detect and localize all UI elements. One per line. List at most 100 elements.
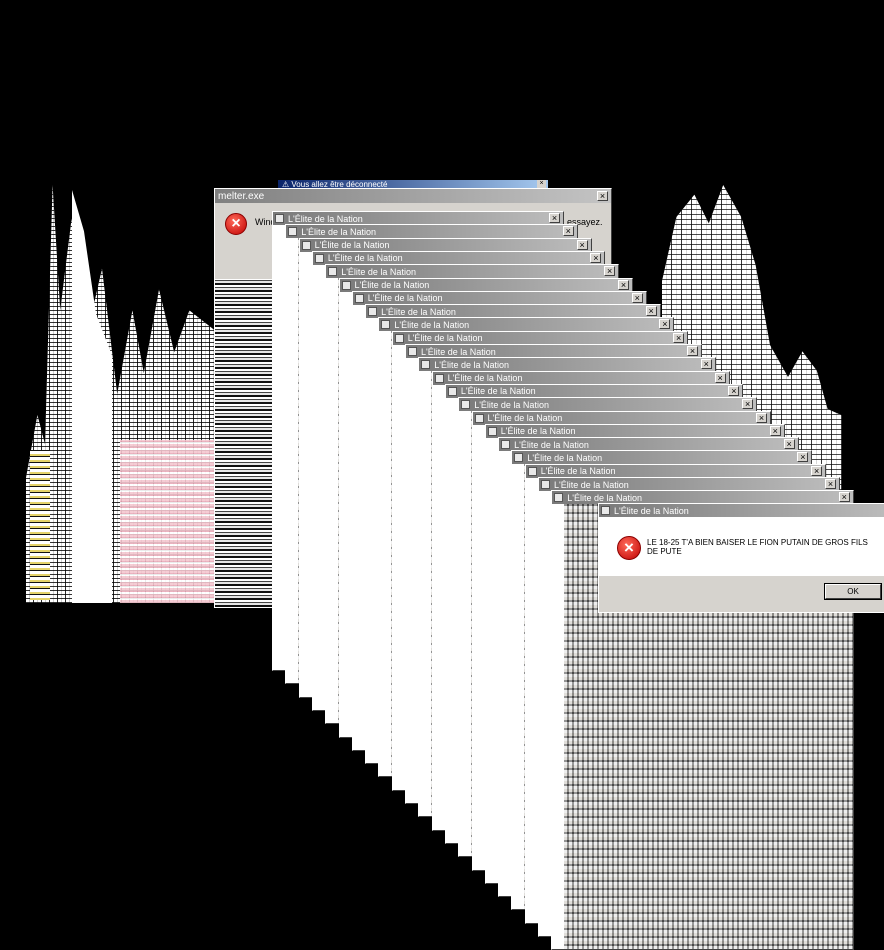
cascade-title: L'Élite de la Nation xyxy=(421,346,496,357)
cascade-title: L'Élite de la Nation xyxy=(474,399,549,410)
cascade-title: L'Élite de la Nation xyxy=(341,266,416,277)
cascade-titlebar[interactable]: L'Élite de la Nation xyxy=(366,305,660,319)
app-icon xyxy=(527,466,537,476)
cascade-title: L'Élite de la Nation xyxy=(327,253,403,264)
app-icon xyxy=(601,506,610,515)
window-edge xyxy=(472,424,485,870)
window-edge xyxy=(392,344,405,790)
close-icon[interactable]: × xyxy=(549,213,560,223)
melter-close-button[interactable]: × xyxy=(597,191,608,201)
error-icon: × xyxy=(225,213,247,235)
close-icon[interactable]: × xyxy=(631,292,643,303)
app-icon xyxy=(314,253,324,263)
cascade-titlebar[interactable]: L'Élite de la Nation xyxy=(459,398,757,412)
close-icon[interactable]: × xyxy=(576,239,588,250)
cascade-titlebar[interactable]: L'Élite de la Nation xyxy=(286,225,577,239)
app-icon xyxy=(341,280,351,290)
cascade-titlebar[interactable]: L'Élite de la Nation xyxy=(512,451,812,465)
app-icon xyxy=(541,480,550,489)
close-icon[interactable]: × xyxy=(562,226,574,237)
cascade-title: L'Élite de la Nation xyxy=(394,319,470,330)
error-icon: × xyxy=(617,536,641,560)
cascade-title: L'Élite de la Nation xyxy=(288,213,363,224)
app-icon xyxy=(328,267,338,277)
close-icon[interactable]: × xyxy=(756,412,767,423)
app-icon xyxy=(554,493,564,503)
glitch-pink-band xyxy=(120,440,214,603)
cascade-titlebar[interactable]: L'Élite de la Nation xyxy=(392,331,688,345)
cascade-titlebar[interactable]: L'Élite de la Nation xyxy=(273,212,563,225)
window-edge xyxy=(445,397,458,843)
ok-button[interactable]: OK xyxy=(824,583,882,600)
cascade-titlebar[interactable]: L'Élite de la Nation xyxy=(525,464,826,478)
front-titlebar[interactable]: L'Élite de la Nation xyxy=(599,504,884,517)
cascade-titlebar[interactable]: L'Élite de la Nation xyxy=(499,438,798,452)
window-edge xyxy=(379,331,392,777)
cascade-title: L'Élite de la Nation xyxy=(381,306,456,317)
window-edge xyxy=(539,491,551,936)
close-icon[interactable]: × xyxy=(714,372,726,383)
cascade-titlebar[interactable]: L'Élite de la Nation xyxy=(312,251,605,265)
cascade-titlebar[interactable]: L'Élite de la Nation xyxy=(379,318,674,332)
app-icon xyxy=(301,240,311,250)
melter-titlebar[interactable]: melter.exe xyxy=(215,189,611,203)
front-title: L'Élite de la Nation xyxy=(614,505,689,516)
window-edge xyxy=(406,358,418,803)
close-icon[interactable]: × xyxy=(659,319,671,330)
cascade-titlebar[interactable]: L'Élite de la Nation xyxy=(432,371,729,385)
close-icon[interactable]: × xyxy=(728,385,740,396)
app-icon xyxy=(275,214,284,223)
cascade-title: L'Élite de la Nation xyxy=(500,426,576,437)
cascade-title: L'Élite de la Nation xyxy=(434,359,510,370)
close-icon[interactable]: × xyxy=(645,306,657,317)
error-message: LE 18-25 T'A BIEN BAISER LE FION PUTAIN … xyxy=(647,538,868,556)
close-icon[interactable]: × xyxy=(673,332,685,343)
app-icon xyxy=(394,333,404,343)
cascade-title: L'Élite de la Nation xyxy=(540,466,616,477)
close-icon[interactable]: × xyxy=(811,465,823,476)
cascade-titlebar[interactable]: L'Élite de la Nation xyxy=(472,411,770,425)
close-icon[interactable]: × xyxy=(604,266,616,277)
window-edge xyxy=(326,278,339,724)
app-icon xyxy=(514,453,524,463)
app-icon xyxy=(408,347,417,356)
close-icon[interactable]: × xyxy=(797,452,809,463)
window-edge xyxy=(512,464,525,910)
cascade-title: L'Élite de la Nation xyxy=(487,413,563,423)
close-icon[interactable]: × xyxy=(838,492,850,503)
cascade-titlebar[interactable]: L'Élite de la Nation xyxy=(406,345,701,358)
cascade-title: L'Élite de la Nation xyxy=(460,386,536,397)
window-edge xyxy=(499,451,512,897)
cascade-title: L'Élite de la Nation xyxy=(301,226,377,237)
app-icon xyxy=(368,307,378,317)
app-icon xyxy=(461,400,471,410)
close-icon[interactable]: × xyxy=(618,279,629,290)
cascade-titlebar[interactable]: L'Élite de la Nation xyxy=(445,384,743,398)
app-icon xyxy=(421,360,431,370)
cascade-titlebar[interactable]: L'Élite de la Nation xyxy=(539,478,839,491)
close-icon[interactable]: × xyxy=(687,346,698,356)
cascade-titlebar[interactable]: L'Élite de la Nation xyxy=(339,278,632,292)
window-edge xyxy=(552,504,565,950)
close-icon[interactable]: × xyxy=(700,359,712,370)
close-icon[interactable]: × xyxy=(825,479,836,489)
cascade-title: L'Élite de la Nation xyxy=(354,280,430,290)
close-icon[interactable]: × xyxy=(590,252,602,263)
cascade-title: L'Élite de la Nation xyxy=(367,293,443,304)
window-edge xyxy=(286,238,299,684)
close-icon[interactable]: × xyxy=(769,425,781,436)
close-icon[interactable]: × xyxy=(742,399,754,410)
cascade-titlebar[interactable]: L'Élite de la Nation xyxy=(419,358,715,372)
front-error-dialog: L'Élite de la Nation × LE 18-25 T'A BIEN… xyxy=(598,503,884,613)
cascade-titlebar[interactable]: L'Élite de la Nation xyxy=(352,291,646,305)
cascade-title: L'Élite de la Nation xyxy=(527,452,603,463)
cascade-titlebar[interactable]: L'Élite de la Nation xyxy=(299,238,591,252)
app-icon xyxy=(474,413,484,423)
cascade-titlebar[interactable]: L'Élite de la Nation xyxy=(326,265,619,279)
app-icon xyxy=(501,440,511,450)
cascade-title: L'Élite de la Nation xyxy=(314,240,390,251)
melter-title: melter.exe xyxy=(218,190,265,202)
close-icon[interactable]: × xyxy=(783,439,795,450)
cascade-titlebar[interactable]: L'Élite de la Nation xyxy=(485,424,784,438)
glitch-white-strip xyxy=(72,190,112,603)
